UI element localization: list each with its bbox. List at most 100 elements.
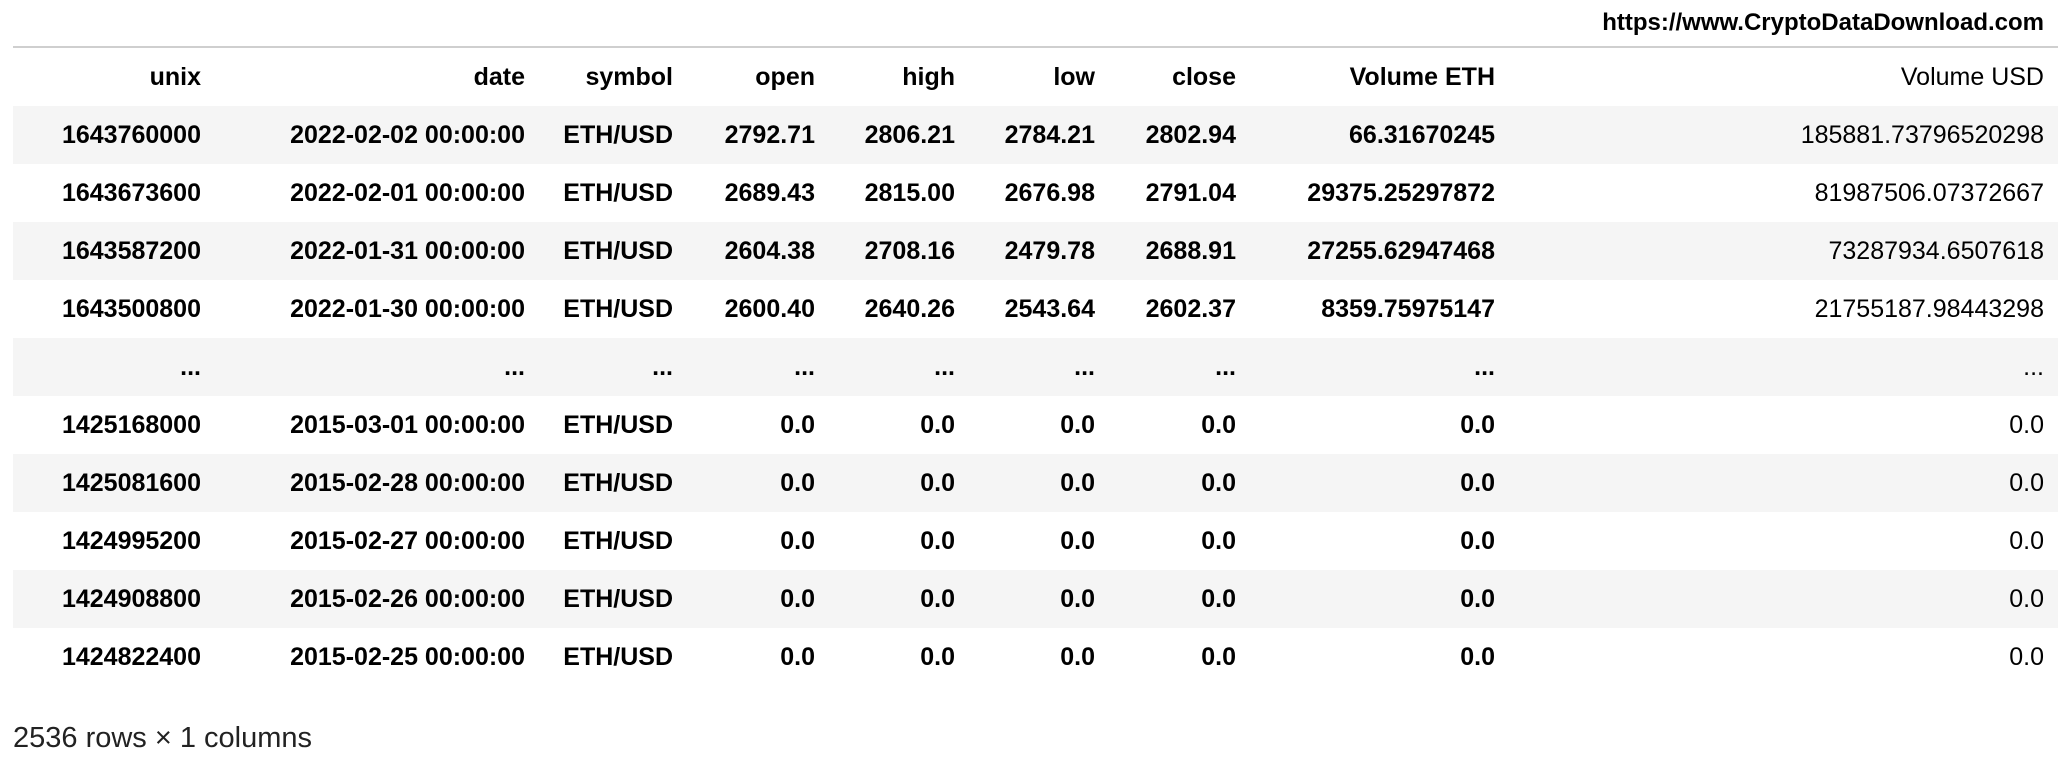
cell-open: 2689.43 xyxy=(724,178,815,207)
column-header-unix: unix xyxy=(149,62,201,91)
cell-volume-usd: 0.0 xyxy=(2009,584,2044,613)
cell-high: 2708.16 xyxy=(864,236,955,265)
cell-date: 2015-02-28 00:00:00 xyxy=(290,468,525,497)
cell-volume-usd: ... xyxy=(2023,352,2044,381)
table-header: unix date symbol open high low close Vol… xyxy=(13,48,2058,106)
cell-date: ... xyxy=(504,352,525,381)
cell-high: 2806.21 xyxy=(864,120,955,149)
cell-symbol: ETH/USD xyxy=(563,468,673,497)
table-row: 1643673600 2022-02-01 00:00:00 ETH/USD 2689… xyxy=(13,164,2058,222)
table-body: 1643760000 2022-02-02 00:00:00 ETH/USD 2792… xyxy=(13,106,2058,686)
cell-low: 0.0 xyxy=(1060,642,1095,671)
cell-low: ... xyxy=(1074,352,1095,381)
dataframe-output: https://www.CryptoDataDownload.com unix … xyxy=(13,0,2058,686)
table-row: ........................... xyxy=(13,338,2058,396)
cell-volume-usd: 73287934.6507618 xyxy=(1828,236,2044,265)
cell-symbol: ETH/USD xyxy=(563,236,673,265)
cell-high: ... xyxy=(934,352,955,381)
cell-low: 2784.21 xyxy=(1004,120,1095,149)
cell-high: 0.0 xyxy=(920,526,955,555)
cell-open: ... xyxy=(794,352,815,381)
cell-open: 0.0 xyxy=(780,410,815,439)
cell-unix: 1643500800 xyxy=(61,294,201,323)
cell-volume-eth: 0.0 xyxy=(1460,468,1495,497)
cell-open: 0.0 xyxy=(780,584,815,613)
cell-symbol: ETH/USD xyxy=(563,120,673,149)
cell-open: 2600.40 xyxy=(724,294,815,323)
cell-volume-usd: 185881.73796520298 xyxy=(1800,120,2044,149)
cell-unix: 1643673600 xyxy=(61,178,201,207)
cell-symbol: ETH/USD xyxy=(563,526,673,555)
cell-volume-eth: 66.31670245 xyxy=(1349,120,1495,149)
table-row: 1643587200 2022-01-31 00:00:00 ETH/USD 2604… xyxy=(13,222,2058,280)
cell-low: 0.0 xyxy=(1060,526,1095,555)
cell-unix: 1643587200 xyxy=(61,236,201,265)
cell-low: 2676.98 xyxy=(1004,178,1095,207)
cell-date: 2015-02-26 00:00:00 xyxy=(290,584,525,613)
cell-close: 2791.04 xyxy=(1145,178,1236,207)
column-header-volume-eth: Volume ETH xyxy=(1349,62,1495,91)
cell-unix: 1643760000 xyxy=(61,120,201,149)
table-row: 1424822400 2015-02-25 00:00:00 ETH/USD 0.0 0… xyxy=(13,628,2058,686)
cell-high: 0.0 xyxy=(920,584,955,613)
cell-symbol: ETH/USD xyxy=(563,584,673,613)
header-row: unix date symbol open high low close Vol… xyxy=(13,48,2058,106)
table-row: 1425168000 2015-03-01 00:00:00 ETH/USD 0.0 0… xyxy=(13,396,2058,454)
cell-date: 2022-02-01 00:00:00 xyxy=(290,178,525,207)
cell-volume-eth: 0.0 xyxy=(1460,584,1495,613)
cell-date: 2022-01-30 00:00:00 xyxy=(290,294,525,323)
cell-unix: 1425168000 xyxy=(61,410,201,439)
cell-low: 0.0 xyxy=(1060,410,1095,439)
cell-volume-usd: 0.0 xyxy=(2009,526,2044,555)
cell-volume-eth: 29375.25297872 xyxy=(1307,178,1495,207)
column-header-open: open xyxy=(755,62,815,91)
table-row: 1424908800 2015-02-26 00:00:00 ETH/USD 0.0 0… xyxy=(13,570,2058,628)
column-header-date: date xyxy=(473,62,525,91)
table-row: 1425081600 2015-02-28 00:00:00 ETH/USD 0.0 0… xyxy=(13,454,2058,512)
cell-open: 2792.71 xyxy=(724,120,815,149)
cell-volume-eth: 0.0 xyxy=(1460,526,1495,555)
cell-high: 0.0 xyxy=(920,410,955,439)
column-header-close: close xyxy=(1172,62,1236,91)
table-row: 1424995200 2015-02-27 00:00:00 ETH/USD 0.0 0… xyxy=(13,512,2058,570)
cell-high: 2815.00 xyxy=(864,178,955,207)
cell-close: 2688.91 xyxy=(1145,236,1236,265)
dataframe-table: unix date symbol open high low close Vol… xyxy=(13,48,2058,686)
cell-volume-eth: 8359.75975147 xyxy=(1321,294,1495,323)
source-url-header: https://www.CryptoDataDownload.com xyxy=(1602,9,2044,36)
cell-volume-usd: 81987506.07372667 xyxy=(1814,178,2044,207)
cell-volume-usd: 0.0 xyxy=(2009,410,2044,439)
cell-open: 0.0 xyxy=(780,468,815,497)
cell-low: 2479.78 xyxy=(1004,236,1095,265)
cell-close: ... xyxy=(1215,352,1236,381)
cell-close: 0.0 xyxy=(1201,584,1236,613)
cell-unix: 1425081600 xyxy=(61,468,201,497)
cell-volume-usd: 0.0 xyxy=(2009,642,2044,671)
column-header-high: high xyxy=(902,62,955,91)
cell-date: 2015-03-01 00:00:00 xyxy=(290,410,525,439)
cell-symbol: ETH/USD xyxy=(563,410,673,439)
cell-close: 2602.37 xyxy=(1145,294,1236,323)
cell-volume-eth: 0.0 xyxy=(1460,642,1495,671)
cell-volume-usd: 0.0 xyxy=(2009,468,2044,497)
cell-unix: 1424908800 xyxy=(61,584,201,613)
table-row: 1643500800 2022-01-30 00:00:00 ETH/USD 2600… xyxy=(13,280,2058,338)
cell-low: 0.0 xyxy=(1060,584,1095,613)
cell-unix: 1424822400 xyxy=(61,642,201,671)
cell-close: 2802.94 xyxy=(1145,120,1236,149)
cell-volume-eth: ... xyxy=(1474,352,1495,381)
column-index-header: https://www.CryptoDataDownload.com xyxy=(13,0,2058,48)
cell-high: 0.0 xyxy=(920,642,955,671)
cell-close: 0.0 xyxy=(1201,410,1236,439)
cell-volume-eth: 0.0 xyxy=(1460,410,1495,439)
dataframe-shape-footer: 2536 rows × 1 columns xyxy=(13,722,313,754)
cell-open: 0.0 xyxy=(780,526,815,555)
cell-high: 0.0 xyxy=(920,468,955,497)
cell-date: 2022-02-02 00:00:00 xyxy=(290,120,525,149)
cell-open: 2604.38 xyxy=(724,236,815,265)
cell-close: 0.0 xyxy=(1201,468,1236,497)
cell-date: 2022-01-31 00:00:00 xyxy=(290,236,525,265)
cell-low: 2543.64 xyxy=(1004,294,1095,323)
cell-date: 2015-02-27 00:00:00 xyxy=(290,526,525,555)
cell-unix: ... xyxy=(180,352,201,381)
